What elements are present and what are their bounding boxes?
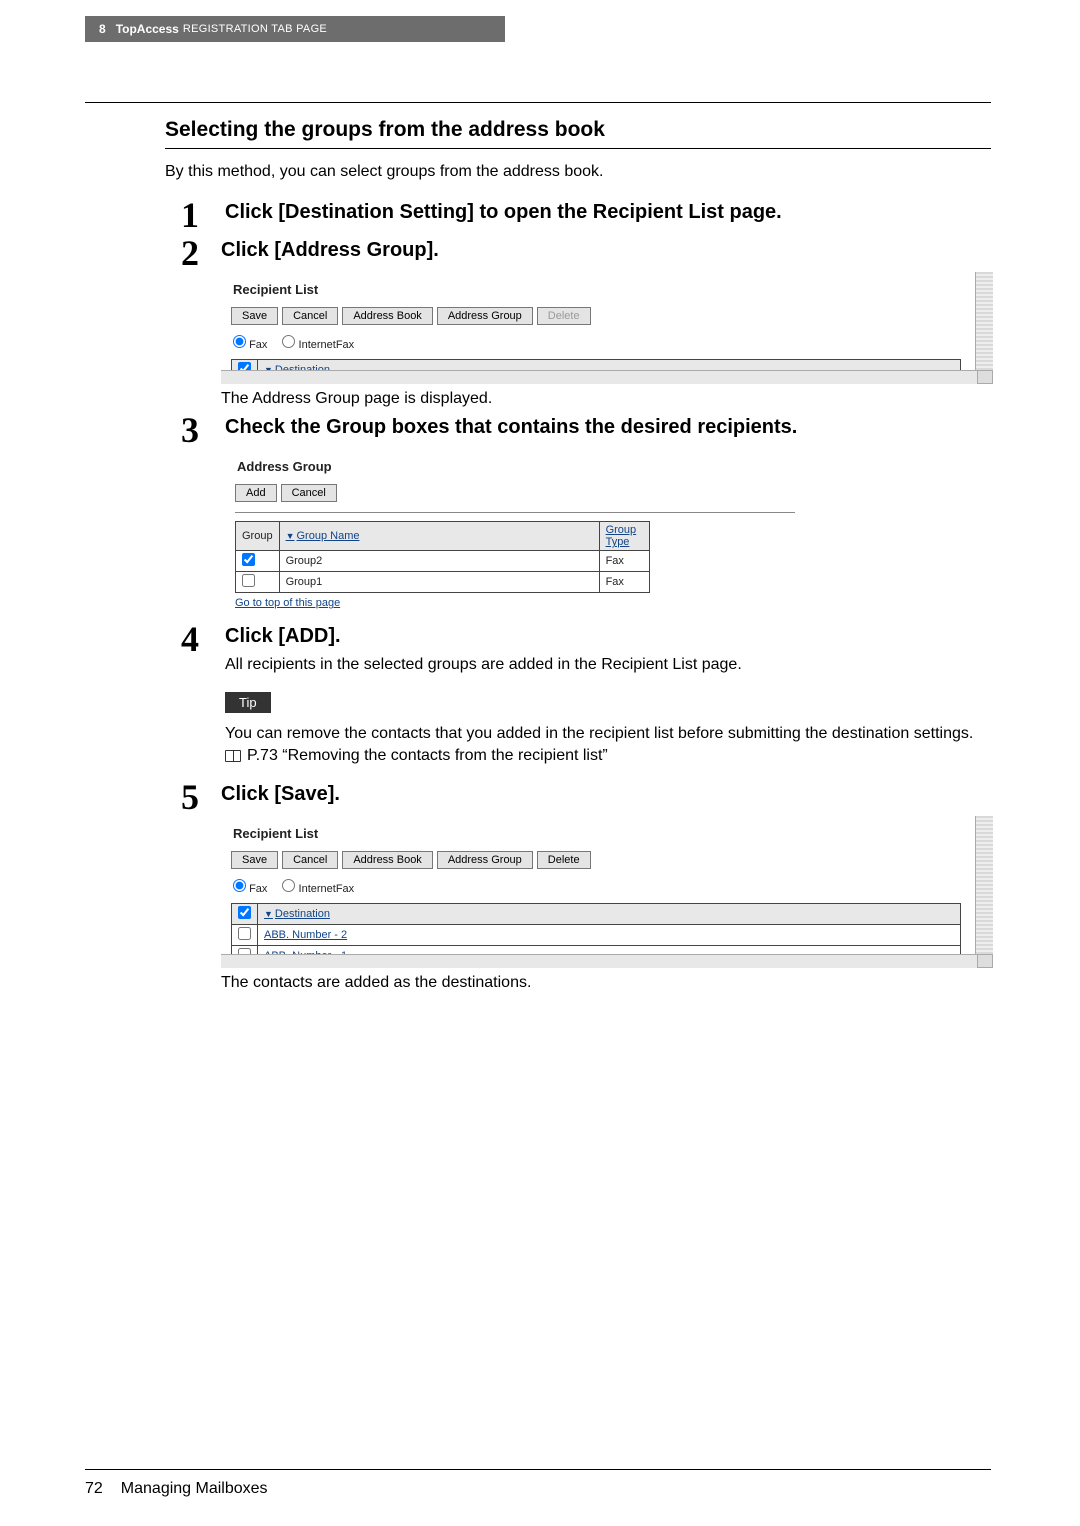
intro-text: By this method, you can select groups fr…: [165, 163, 991, 181]
radio-fax-input[interactable]: [233, 879, 246, 892]
document-page: 8 TopAccess REGISTRATION TAB PAGE Select…: [0, 0, 1080, 1526]
step-5: 5 Click [Save]. Recipient List Save Canc…: [181, 781, 991, 992]
step-1: 1 Click [Destination Setting] to open th…: [181, 199, 991, 231]
page-footer: 72 Managing Mailboxes: [85, 1480, 268, 1498]
radio-internetfax-input[interactable]: [282, 879, 295, 892]
scrollbar-horizontal[interactable]: [221, 954, 977, 968]
delete-button[interactable]: Delete: [537, 851, 591, 869]
panel-title: Address Group: [237, 459, 805, 474]
page-number: 72: [85, 1480, 103, 1498]
row-checkbox[interactable]: [242, 574, 255, 587]
step-4: 4 Click [ADD]. All recipients in the sel…: [181, 623, 991, 765]
section-number: 8: [99, 22, 106, 36]
address-group-button[interactable]: Address Group: [437, 307, 533, 325]
add-button[interactable]: Add: [235, 484, 277, 502]
button-row: Save Cancel Address Book Address Group D…: [231, 307, 991, 325]
tip-label: Tip: [225, 692, 271, 713]
cell-group-type: Fax: [599, 551, 649, 572]
group-table: Group ▼Group Name Group Type Group2 Fax: [235, 521, 650, 593]
step-headline: Click [Save].: [221, 783, 991, 806]
cross-reference: P.73 “Removing the contacts from the rec…: [225, 747, 991, 765]
footer-title: Managing Mailboxes: [121, 1480, 268, 1498]
scrollbar-vertical[interactable]: [975, 816, 993, 966]
content-area: Selecting the groups from the address bo…: [85, 118, 991, 998]
select-all-checkbox[interactable]: [238, 906, 251, 919]
step-after-text: All recipients in the selected groups ar…: [225, 656, 991, 674]
address-book-button[interactable]: Address Book: [342, 851, 432, 869]
divider: [235, 512, 795, 513]
sort-arrow-icon: ▼: [264, 909, 273, 919]
scrollbar-horizontal[interactable]: [221, 370, 977, 384]
step-headline: Check the Group boxes that contains the …: [225, 416, 991, 439]
section-title: Selecting the groups from the address bo…: [165, 118, 991, 149]
cancel-button[interactable]: Cancel: [282, 307, 338, 325]
cancel-button[interactable]: Cancel: [282, 851, 338, 869]
step-after-text: The contacts are added as the destinatio…: [221, 974, 991, 992]
step-number: 2: [181, 237, 213, 269]
cancel-button[interactable]: Cancel: [281, 484, 337, 502]
cell-group-name: Group1: [279, 572, 599, 593]
address-book-button[interactable]: Address Book: [342, 307, 432, 325]
col-group-type[interactable]: Group Type: [599, 522, 649, 551]
table-row: Group1 Fax: [236, 572, 650, 593]
screenshot-recipient-list-empty: Recipient List Save Cancel Address Book …: [221, 272, 991, 382]
destination-header[interactable]: ▼Destination: [258, 903, 961, 924]
step-headline: Click [Destination Setting] to open the …: [225, 201, 991, 224]
steps-list: 1 Click [Destination Setting] to open th…: [181, 199, 991, 992]
radio-internetfax-input[interactable]: [282, 335, 295, 348]
tab-header-bar: 8 TopAccess REGISTRATION TAB PAGE: [85, 16, 505, 42]
cell-destination[interactable]: ABB. Number - 2: [258, 924, 961, 945]
linkref-text: P.73 “Removing the contacts from the rec…: [247, 747, 608, 765]
radio-fax[interactable]: Fax: [233, 883, 267, 895]
screenshot-address-group: Address Group Add Cancel Group ▼Group Na…: [225, 449, 805, 609]
step-number: 4: [181, 623, 217, 655]
screenshot-recipient-list-filled: Recipient List Save Cancel Address Book …: [221, 816, 991, 966]
tip-text: You can remove the contacts that you add…: [225, 723, 991, 745]
table-row: ABB. Number - 2: [232, 924, 961, 945]
scroll-corner: [977, 370, 993, 384]
tab-label: REGISTRATION TAB PAGE: [183, 23, 327, 35]
save-button[interactable]: Save: [231, 307, 278, 325]
top-rule: [85, 102, 991, 103]
cell-group-name: Group2: [279, 551, 599, 572]
sort-arrow-icon: ▼: [286, 531, 295, 541]
radio-group: Fax InternetFax: [233, 335, 991, 351]
step-2: 2 Click [Address Group]. Recipient List …: [181, 237, 991, 408]
radio-internetfax[interactable]: InternetFax: [282, 883, 354, 895]
col-group: Group: [236, 522, 280, 551]
go-to-top-link[interactable]: Go to top of this page: [235, 597, 340, 609]
button-row: Add Cancel: [235, 484, 805, 502]
row-checkbox[interactable]: [242, 553, 255, 566]
bottom-rule: [85, 1469, 991, 1470]
book-icon: [225, 750, 241, 762]
step-after-text: The Address Group page is displayed.: [221, 390, 991, 408]
button-row: Save Cancel Address Book Address Group D…: [231, 851, 991, 869]
radio-group: Fax InternetFax: [233, 879, 991, 895]
product-name: TopAccess: [116, 22, 179, 36]
row-checkbox[interactable]: [238, 927, 251, 940]
step-number: 1: [181, 199, 217, 231]
radio-fax[interactable]: Fax: [233, 339, 267, 351]
table-row: Group2 Fax: [236, 551, 650, 572]
step-3: 3 Check the Group boxes that contains th…: [181, 414, 991, 617]
delete-button[interactable]: Delete: [537, 307, 591, 325]
radio-fax-input[interactable]: [233, 335, 246, 348]
scroll-corner: [977, 954, 993, 968]
panel-title: Recipient List: [233, 826, 991, 841]
step-headline: Click [Address Group].: [221, 239, 991, 262]
radio-internetfax[interactable]: InternetFax: [282, 339, 354, 351]
panel-title: Recipient List: [233, 282, 991, 297]
scrollbar-vertical[interactable]: [975, 272, 993, 382]
cell-group-type: Fax: [599, 572, 649, 593]
step-number: 3: [181, 414, 217, 446]
col-group-name[interactable]: ▼Group Name: [279, 522, 599, 551]
save-button[interactable]: Save: [231, 851, 278, 869]
address-group-button[interactable]: Address Group: [437, 851, 533, 869]
step-headline: Click [ADD].: [225, 625, 991, 648]
step-number: 5: [181, 781, 213, 813]
